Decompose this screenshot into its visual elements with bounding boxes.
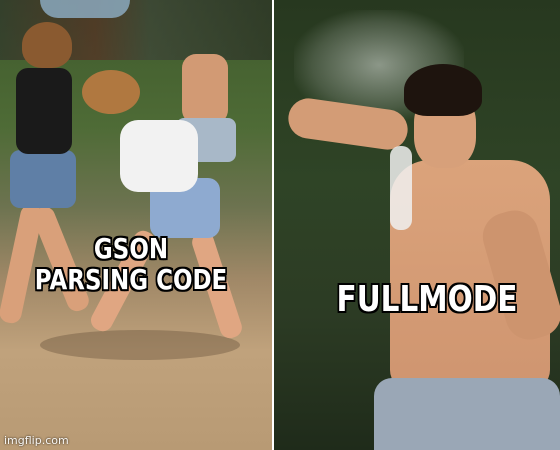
- background-man-torso: [182, 54, 228, 124]
- girl-two-hair: [82, 70, 140, 114]
- girl-one-shorts: [10, 150, 76, 208]
- girl-two-top: [120, 120, 198, 192]
- sky-patch: [40, 0, 130, 18]
- left-caption-line: PARSING CODE: [34, 262, 228, 296]
- girl-one-top: [16, 68, 72, 154]
- boy-shorts: [374, 378, 560, 450]
- left-caption-line: GSON: [93, 232, 169, 265]
- boy-hair: [404, 64, 482, 116]
- glass-pipe: [390, 146, 412, 230]
- left-panel-photo: [0, 0, 272, 450]
- left-caption: GSON PARSING CODE: [27, 232, 235, 296]
- girl-one-hair: [22, 22, 72, 68]
- right-panel-photo: [274, 0, 560, 450]
- imgflip-watermark: imgflip.com: [4, 434, 69, 447]
- meme-image: GSON PARSING CODE FULLMODE imgflip.com: [0, 0, 560, 450]
- ground-shadow: [40, 330, 240, 360]
- right-caption: FULLMODE: [336, 279, 518, 320]
